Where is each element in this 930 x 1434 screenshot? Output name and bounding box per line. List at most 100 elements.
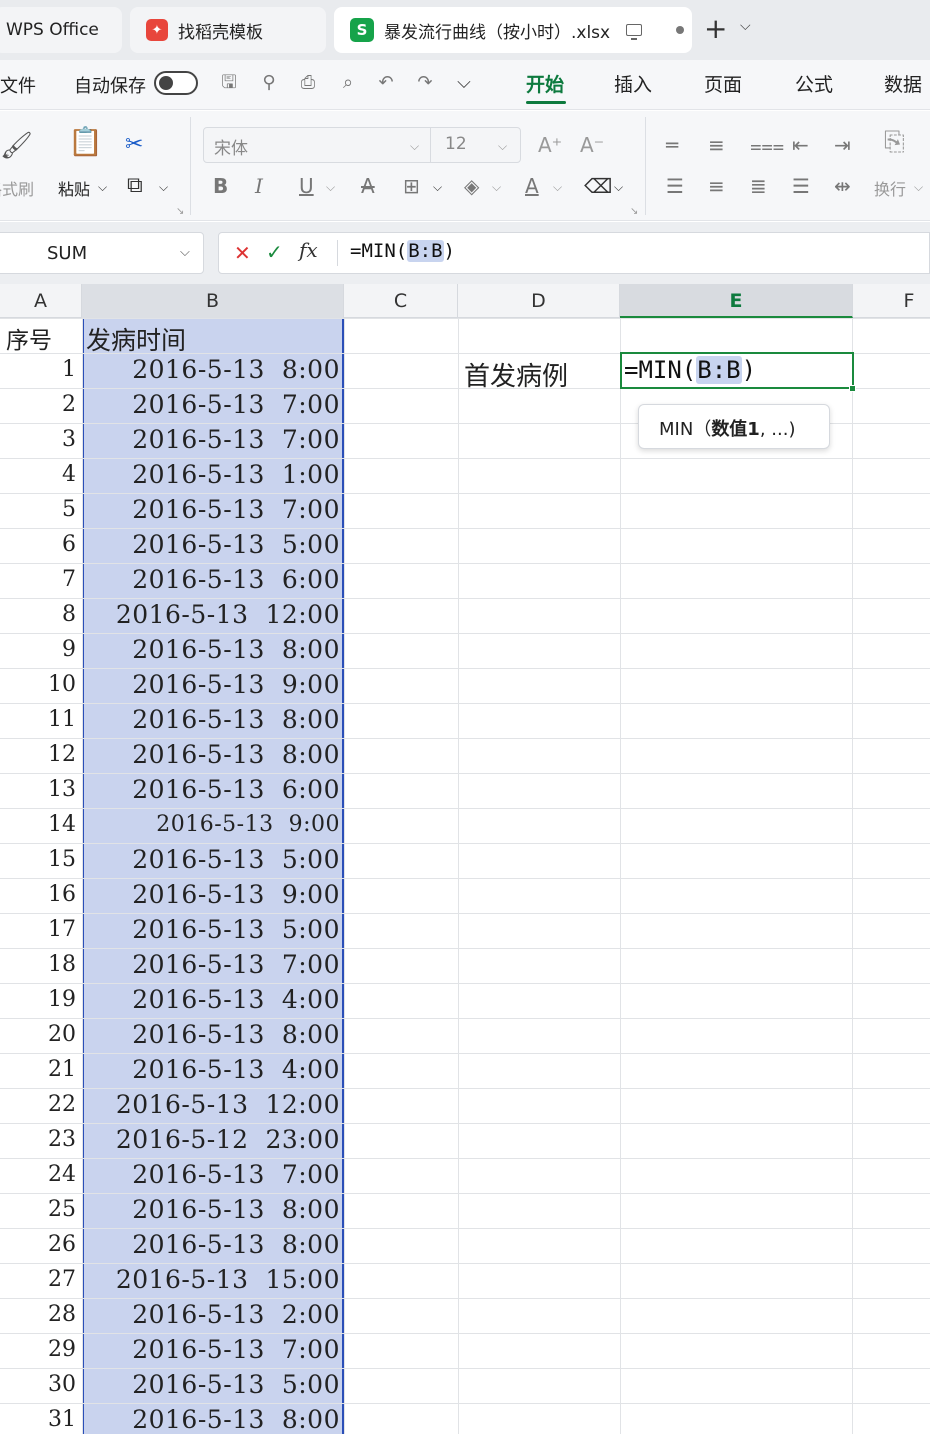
confirm-check-icon[interactable]: ✓ — [266, 240, 283, 264]
onset-time-cell[interactable]: 2016-5-13 9:00 — [84, 812, 340, 837]
seq-cell[interactable]: 15 — [0, 847, 80, 872]
italic-icon[interactable]: I — [255, 174, 263, 198]
align-right-icon[interactable]: ≣ — [750, 174, 767, 198]
insert-function-icon[interactable]: fx — [299, 238, 318, 262]
font-color-icon[interactable]: A — [525, 174, 539, 198]
seq-cell[interactable]: 24 — [0, 1162, 80, 1187]
onset-time-cell[interactable]: 2016-5-13 7:00 — [84, 390, 340, 419]
chevron-down-icon[interactable]: ⌵ — [914, 180, 923, 195]
chevron-down-icon[interactable]: ⌵ — [433, 180, 442, 195]
justify-icon[interactable]: ☰ — [792, 174, 810, 198]
dialog-launcher-icon[interactable]: ↘ — [630, 206, 638, 217]
tab-page[interactable]: 页面 — [704, 70, 742, 97]
spreadsheet-grid[interactable]: 序号 发病时间 1 2016-5-13 8:00 2 2016-5-13 7:00 3 2… — [0, 318, 930, 1434]
onset-time-cell[interactable]: 2016-5-13 6:00 — [84, 565, 340, 594]
cut-icon[interactable]: ✂ — [125, 133, 143, 157]
seq-cell[interactable]: 4 — [0, 462, 80, 487]
name-box[interactable]: SUM — [0, 232, 204, 274]
column-header-d[interactable]: D — [458, 284, 620, 318]
onset-time-cell[interactable]: 2016-5-13 8:00 — [84, 1195, 340, 1224]
tab-wps-office[interactable]: WPS Office — [0, 7, 122, 53]
chevron-down-icon[interactable]: ⌵ — [159, 180, 168, 195]
onset-time-cell[interactable]: 2016-5-13 4:00 — [84, 985, 340, 1014]
seq-cell[interactable]: 27 — [0, 1267, 80, 1292]
onset-time-cell[interactable]: 2016-5-13 7:00 — [84, 1335, 340, 1364]
onset-time-cell[interactable]: 2016-5-13 6:00 — [84, 775, 340, 804]
redo-icon[interactable]: ↷ — [414, 72, 436, 94]
onset-time-cell[interactable]: 2016-5-13 8:00 — [84, 355, 340, 384]
tab-insert[interactable]: 插入 — [614, 70, 652, 97]
font-name-select[interactable]: 宋体 — [203, 127, 431, 163]
align-top-icon[interactable]: ═ — [666, 133, 678, 157]
border-icon[interactable]: ⊞ — [403, 174, 420, 198]
seq-cell[interactable]: 19 — [0, 987, 80, 1012]
format-painter-label[interactable]: 格式刷 — [0, 176, 34, 200]
tab-data[interactable]: 数据 — [884, 70, 922, 97]
seq-cell[interactable]: 7 — [0, 567, 80, 592]
underline-icon[interactable]: U — [299, 174, 314, 198]
font-size-select[interactable]: 12 — [430, 127, 521, 163]
chevron-down-icon[interactable]: ⌵ — [326, 180, 335, 195]
paste-label[interactable]: 粘贴 — [58, 176, 90, 200]
seq-cell[interactable]: 29 — [0, 1337, 80, 1362]
onset-time-cell[interactable]: 2016-5-12 23:00 — [84, 1125, 340, 1154]
wrap-text-icon[interactable]: ⎘ — [884, 129, 905, 155]
align-bottom-icon[interactable]: ⩶ — [750, 133, 784, 157]
first-case-label-cell[interactable]: 首发病例 — [464, 356, 568, 393]
header-onset-time-cell[interactable]: 发病时间 — [86, 321, 186, 357]
share-link-icon[interactable]: ⚲ — [258, 72, 280, 94]
tab-formula[interactable]: 公式 — [795, 70, 833, 97]
formula-input-area[interactable] — [218, 232, 930, 274]
seq-cell[interactable]: 21 — [0, 1057, 80, 1082]
chevron-down-icon[interactable]: ⌵ — [410, 139, 419, 154]
column-header-b[interactable]: B — [82, 284, 344, 318]
chevron-down-icon[interactable]: ⌵ — [740, 18, 751, 34]
seq-cell[interactable]: 11 — [0, 707, 80, 732]
chevron-down-icon[interactable]: ⌵ — [492, 180, 501, 195]
new-tab-plus-icon[interactable]: + — [704, 14, 727, 44]
eraser-icon[interactable]: ⌫ — [584, 174, 612, 198]
seq-cell[interactable]: 17 — [0, 917, 80, 942]
wrap-text-label[interactable]: 换行 — [874, 176, 906, 200]
onset-time-cell[interactable]: 2016-5-13 8:00 — [84, 635, 340, 664]
chevron-down-icon[interactable]: ⌵ — [98, 180, 107, 195]
onset-time-cell[interactable]: 2016-5-13 7:00 — [84, 495, 340, 524]
seq-cell[interactable]: 25 — [0, 1197, 80, 1222]
seq-cell[interactable]: 22 — [0, 1092, 80, 1117]
decrease-indent-icon[interactable]: ⇤ — [792, 133, 809, 157]
bold-icon[interactable]: B — [213, 174, 228, 198]
column-header-c[interactable]: C — [344, 284, 458, 318]
chevron-down-icon[interactable]: ⌵ — [453, 72, 475, 94]
align-left-icon[interactable]: ☰ — [666, 174, 684, 198]
onset-time-cell[interactable]: 2016-5-13 7:00 — [84, 950, 340, 979]
seq-cell[interactable]: 14 — [0, 812, 80, 837]
onset-time-cell[interactable]: 2016-5-13 12:00 — [84, 1090, 340, 1119]
fill-handle[interactable] — [849, 385, 856, 392]
dialog-launcher-icon[interactable]: ↘ — [176, 206, 184, 217]
seq-cell[interactable]: 16 — [0, 882, 80, 907]
increase-font-icon[interactable]: A⁺ — [538, 133, 562, 157]
onset-time-cell[interactable]: 2016-5-13 8:00 — [84, 705, 340, 734]
seq-cell[interactable]: 23 — [0, 1127, 80, 1152]
seq-cell[interactable]: 12 — [0, 742, 80, 767]
onset-time-cell[interactable]: 2016-5-13 8:00 — [84, 1020, 340, 1049]
decrease-font-icon[interactable]: A⁻ — [580, 133, 604, 157]
align-middle-icon[interactable]: ≡ — [708, 133, 725, 157]
seq-cell[interactable]: 26 — [0, 1232, 80, 1257]
seq-cell[interactable]: 3 — [0, 427, 80, 452]
autosave-toggle[interactable] — [154, 71, 198, 95]
column-header-e[interactable]: E — [620, 284, 853, 318]
onset-time-cell[interactable]: 2016-5-13 8:00 — [84, 1230, 340, 1259]
print-icon[interactable]: ⎙ — [297, 72, 319, 94]
onset-time-cell[interactable]: 2016-5-13 5:00 — [84, 845, 340, 874]
chevron-down-icon[interactable]: ⌵ — [553, 180, 562, 195]
undo-icon[interactable]: ↶ — [375, 72, 397, 94]
distributed-align-icon[interactable]: ⇹ — [834, 174, 851, 198]
onset-time-cell[interactable]: 2016-5-13 5:00 — [84, 530, 340, 559]
seq-cell[interactable]: 13 — [0, 777, 80, 802]
chevron-down-icon[interactable]: ⌵ — [614, 180, 623, 195]
chevron-down-icon[interactable]: ⌵ — [498, 139, 507, 154]
onset-time-cell[interactable]: 2016-5-13 8:00 — [84, 740, 340, 769]
fill-color-icon[interactable]: ◈ — [464, 174, 479, 198]
seq-cell[interactable]: 6 — [0, 532, 80, 557]
